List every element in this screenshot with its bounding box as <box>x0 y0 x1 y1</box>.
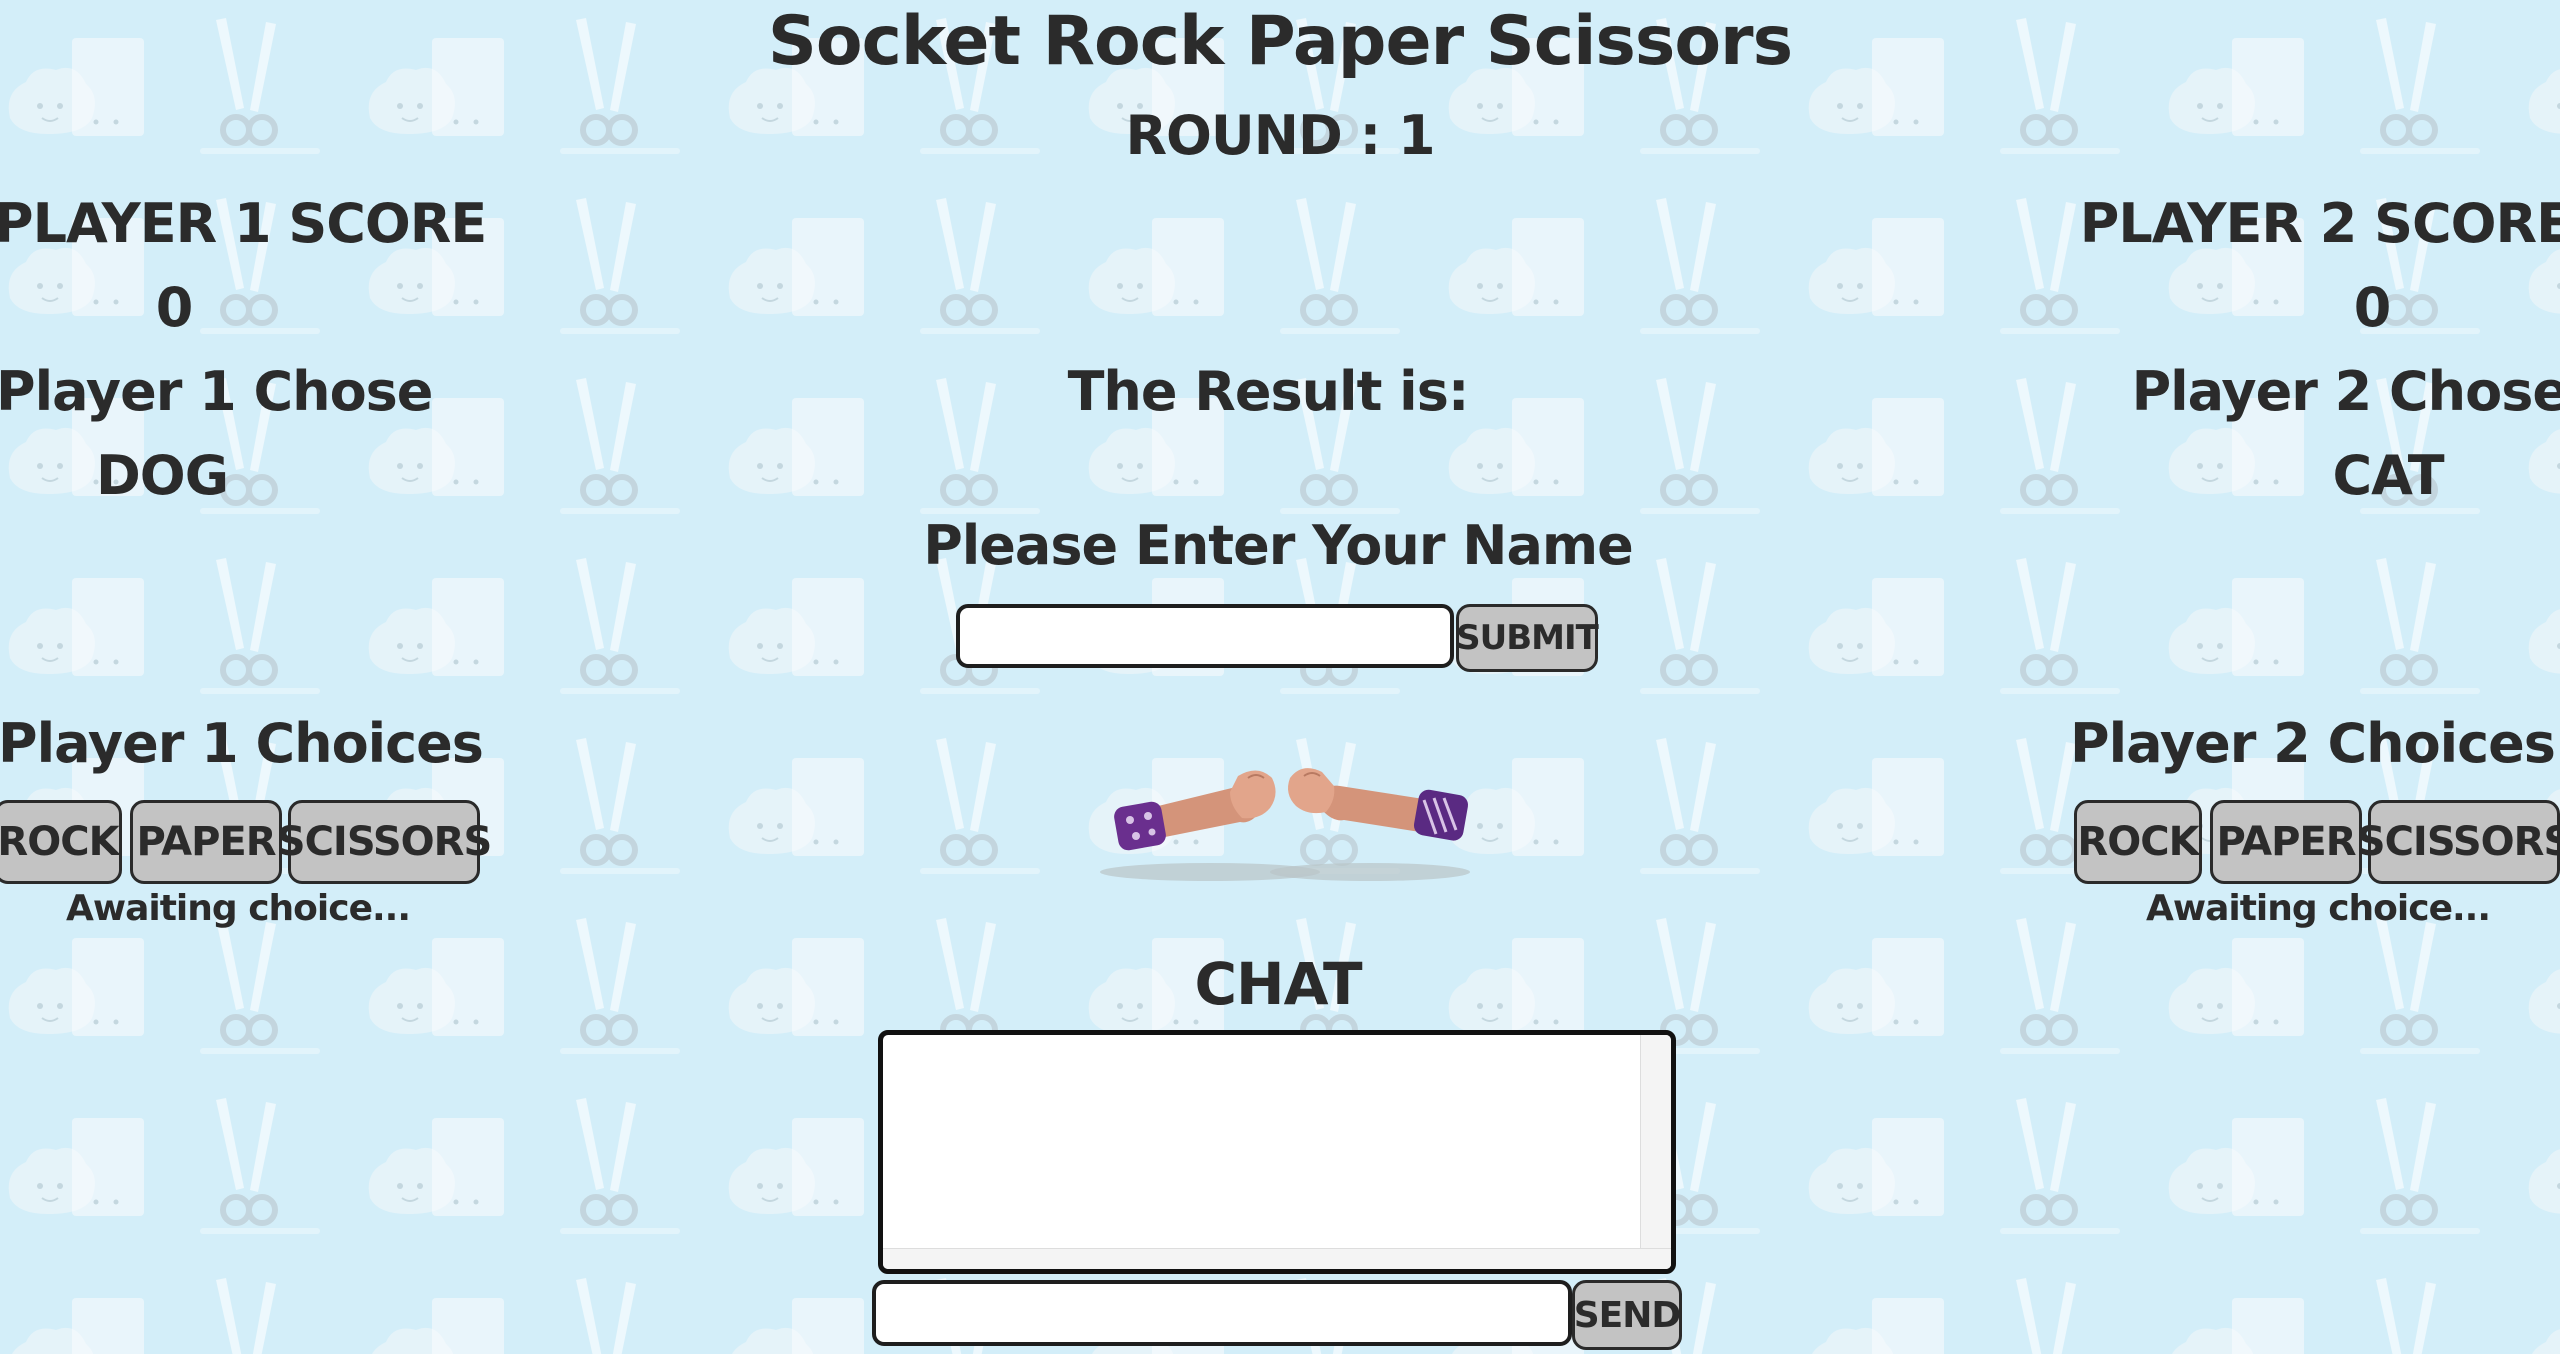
player2-choices-label: Player 2 Choices <box>2070 712 2556 775</box>
player1-chose-label: Player 1 Chose <box>0 360 433 423</box>
fist-bump-hands-icon <box>1100 768 1470 881</box>
player2-rock-button[interactable]: ROCK <box>2074 800 2202 884</box>
page-title: Socket Rock Paper Scissors <box>767 2 1793 81</box>
player2-scissors-button[interactable]: SCISSORS <box>2357 800 2560 884</box>
player1-score: 0 <box>155 276 194 339</box>
player1-rock-button[interactable]: ROCK <box>0 800 122 884</box>
player1-choice: DOG <box>95 444 229 507</box>
round-indicator: ROUND : 1 <box>1125 104 1435 167</box>
left-hand-icon <box>1114 770 1276 851</box>
player1-paper-button[interactable]: PAPER <box>130 800 282 884</box>
player2-choice: CAT <box>2332 444 2444 507</box>
name-prompt: Please Enter Your Name <box>923 514 1634 577</box>
player2-status: Awaiting choice... <box>2145 888 2491 929</box>
chat-horizontal-scrollbar[interactable] <box>883 1248 1671 1269</box>
player2-chose-label: Player 2 Chose <box>2131 360 2560 423</box>
player1-status: Awaiting choice... <box>65 888 411 929</box>
send-button[interactable]: SEND <box>1572 1280 1682 1350</box>
chat-label: CHAT <box>1194 950 1362 1018</box>
player2-paper-button[interactable]: PAPER <box>2210 800 2362 884</box>
chat-messages <box>878 1030 1676 1274</box>
chat-vertical-scrollbar[interactable] <box>1640 1035 1671 1269</box>
submit-button[interactable]: SUBMIT <box>1456 604 1599 672</box>
player1-scissors-button[interactable]: SCISSORS <box>277 800 492 884</box>
chat-input[interactable] <box>872 1280 1572 1346</box>
player2-score: 0 <box>2353 276 2392 339</box>
player2-score-label: PLAYER 2 SCORE <box>2079 192 2560 255</box>
name-input[interactable] <box>956 604 1454 668</box>
right-hand-icon <box>1288 768 1469 841</box>
player1-score-label: PLAYER 1 SCORE <box>0 192 487 255</box>
result-label: The Result is: <box>1067 360 1470 423</box>
player1-choices-label: Player 1 Choices <box>0 712 484 775</box>
